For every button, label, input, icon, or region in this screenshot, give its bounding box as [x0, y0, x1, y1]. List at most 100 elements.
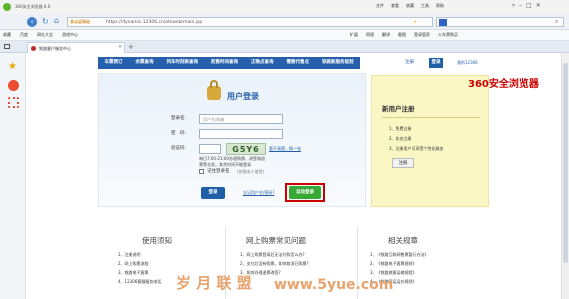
- username-placeholder: 用户名/邮箱: [203, 117, 225, 122]
- rules-item-2[interactable]: 2、《铁路电子客票规则》: [370, 262, 417, 266]
- scrollbar[interactable]: [561, 53, 569, 299]
- usage-title: 使用须知: [142, 236, 172, 245]
- scrollbar-thumb[interactable]: [563, 63, 568, 263]
- nav-new-service[interactable]: 铁路新服务规划: [322, 57, 354, 69]
- nav-agents[interactable]: 需要代售点: [287, 57, 310, 69]
- nav-book-ticket[interactable]: 车票预订: [105, 57, 123, 69]
- forgot-password-link[interactable]: 忘记用户名/密码?: [243, 191, 274, 195]
- captcha-refresh-link[interactable]: 看不清楚，换一张: [269, 147, 301, 151]
- remember-label: 记住登录名: [207, 169, 230, 174]
- faq-title: 网上购票常见问题: [246, 236, 306, 245]
- login-title: 用户登录: [227, 92, 259, 101]
- security-badge[interactable]: 非认证网站: [70, 20, 90, 24]
- lock-shackle-icon: [210, 80, 218, 88]
- sidebar-toggle-icon[interactable]: [4, 44, 10, 49]
- login-manager-button[interactable]: 登录管家: [414, 33, 430, 37]
- search-engine-icon[interactable]: [439, 19, 447, 26]
- close-icon[interactable]: ✕: [536, 2, 541, 12]
- login-button[interactable]: 登录: [201, 187, 225, 199]
- faq-item-1[interactable]: 1、网上购票登录后无法付款怎么办?: [240, 253, 305, 257]
- login-panel: 用户登录 登录名: 用户名/邮箱 密 码: 验证码: G5Y6 看不清楚，换一张…: [98, 73, 366, 207]
- register-step-2: 2、实名注册: [389, 136, 412, 141]
- nav-timetable[interactable]: 列车时刻表查询: [167, 57, 199, 69]
- bank-button[interactable]: 网银: [366, 33, 374, 37]
- nav-sale-time[interactable]: 起售时间查询: [211, 57, 238, 69]
- lightning-icon[interactable]: ⚡: [413, 19, 417, 26]
- title-bar: 360安全浏览器 6.0 文件 查看 收藏 工具 帮助 ▿ – □ ✕: [0, 0, 569, 14]
- rules-item-1[interactable]: 1、《铁路互联网售票暂行办法》: [370, 253, 429, 257]
- url-text[interactable]: https://dynamic.12306.cn/otsweb/main.jsp: [106, 20, 202, 26]
- usage-item-3[interactable]: 3、铁路电子客票: [118, 271, 149, 275]
- browser-logo-icon: [3, 3, 11, 11]
- new-tab-button[interactable]: +: [128, 43, 134, 51]
- favorites-item[interactable]: 百度: [20, 33, 28, 37]
- register-divider: [382, 117, 480, 118]
- weibo-icon[interactable]: [8, 80, 19, 91]
- search-icon[interactable]: ⌕: [555, 18, 558, 26]
- site-nav: 车票预订 余票查询 列车时刻表查询 起售时间查询 正晚点查询 需要代售点 铁路新…: [98, 57, 360, 69]
- faq-item-2[interactable]: 2、支付后没有购票，如何取消已购票?: [240, 262, 309, 266]
- register-step-1: 1、免费注册: [389, 126, 412, 131]
- lock-icon: [207, 86, 221, 100]
- extensions-button[interactable]: 扩展: [350, 33, 358, 37]
- tab-favicon-icon: [31, 46, 36, 51]
- favorites-item[interactable]: 收藏: [3, 33, 11, 37]
- search-box[interactable]: ⌕: [436, 17, 564, 27]
- navigation-bar: ‹ ↻ ⌂ 非认证网站 https://dynamic.12306.cn/ots…: [0, 14, 569, 30]
- password-label: 密 码:: [171, 131, 187, 136]
- captcha-input[interactable]: [199, 144, 221, 154]
- favorites-item[interactable]: 网址大全: [37, 33, 53, 37]
- usage-item-2[interactable]: 2、网上购票流程: [118, 262, 149, 266]
- address-bar[interactable]: 非认证网站 https://dynamic.12306.cn/otsweb/ma…: [67, 17, 433, 27]
- tab-close-icon[interactable]: ×: [118, 44, 122, 50]
- maximize-icon[interactable]: □: [526, 2, 532, 12]
- favorites-bar: 收藏 百度 网址大全 游戏中心 扩展 网银 翻译 截图 登录管家 火车票购买: [0, 30, 569, 41]
- auto-login-button[interactable]: 自动登录: [289, 186, 321, 199]
- tab-active[interactable]: 铁路客户服务中心 ×: [27, 42, 125, 53]
- train-ticket-button[interactable]: 火车票购买: [438, 33, 458, 37]
- menu-favorites[interactable]: 收藏: [406, 4, 414, 8]
- screenshot-button[interactable]: 截图: [398, 33, 406, 37]
- register-button[interactable]: 注册: [392, 158, 414, 168]
- back-button[interactable]: ‹: [27, 17, 37, 27]
- register-title: 新用户注册: [382, 105, 415, 113]
- watermark-url: www.5yue.com: [274, 277, 394, 293]
- captcha-image[interactable]: G5Y6: [226, 143, 266, 155]
- menu-bar: 文件 查看 收藏 工具 帮助: [376, 4, 444, 8]
- watermark-text: 岁 月 联 盟: [176, 274, 252, 292]
- site-top-links: 注册 登录 我的12306: [372, 57, 490, 69]
- username-input[interactable]: 用户名/邮箱: [199, 114, 283, 124]
- username-label: 登录名:: [171, 116, 187, 121]
- translate-button[interactable]: 翻译: [382, 33, 390, 37]
- menu-view[interactable]: 查看: [391, 4, 399, 8]
- register-link[interactable]: 注册: [405, 60, 414, 66]
- favorites-item[interactable]: 游戏中心: [62, 33, 78, 37]
- toolbar-right: 扩展 网银 翻译 截图 登录管家 火车票购买: [350, 33, 458, 37]
- register-panel: 新用户注册 1、免费注册 2、实名注册 3、注册用户可享受个性化服务 注册: [371, 75, 489, 207]
- window-controls: ▿ – □ ✕: [512, 2, 568, 12]
- usage-item-1[interactable]: 1、注册说明: [118, 253, 141, 257]
- minimize-icon[interactable]: –: [519, 2, 522, 12]
- usage-item-4[interactable]: 4、12306客服服务电话: [118, 280, 161, 284]
- remember-note: (仅限本人使用): [237, 169, 265, 174]
- notice-line-2: 票等业务，其余时间不能登录: [199, 162, 251, 167]
- captcha-label: 验证码:: [171, 146, 187, 151]
- menu-help[interactable]: 帮助: [436, 4, 444, 8]
- menu-tools[interactable]: 工具: [421, 4, 429, 8]
- remember-checkbox[interactable]: [199, 169, 204, 174]
- menu-icon[interactable]: ▿: [512, 2, 515, 12]
- my12306-link[interactable]: 我的12306: [457, 61, 478, 65]
- window-title: 360安全浏览器 6.0: [15, 4, 51, 9]
- star-icon[interactable]: ★: [8, 61, 17, 72]
- settings-icon[interactable]: [8, 97, 19, 108]
- login-link[interactable]: 登录: [429, 58, 443, 68]
- nav-remaining-tickets[interactable]: 余票查询: [136, 57, 154, 69]
- rules-item-3[interactable]: 3、《铁路旅客运输规程》: [370, 271, 417, 275]
- nav-delay-query[interactable]: 正晚点查询: [251, 57, 274, 69]
- refresh-icon[interactable]: ↻: [42, 17, 49, 26]
- home-icon[interactable]: ⌂: [54, 16, 59, 25]
- brand-label: 360安全浏览器: [468, 79, 539, 90]
- register-step-3: 3、注册用户可享受个性化服务: [389, 146, 444, 151]
- menu-file[interactable]: 文件: [376, 4, 384, 8]
- password-input[interactable]: [199, 129, 283, 139]
